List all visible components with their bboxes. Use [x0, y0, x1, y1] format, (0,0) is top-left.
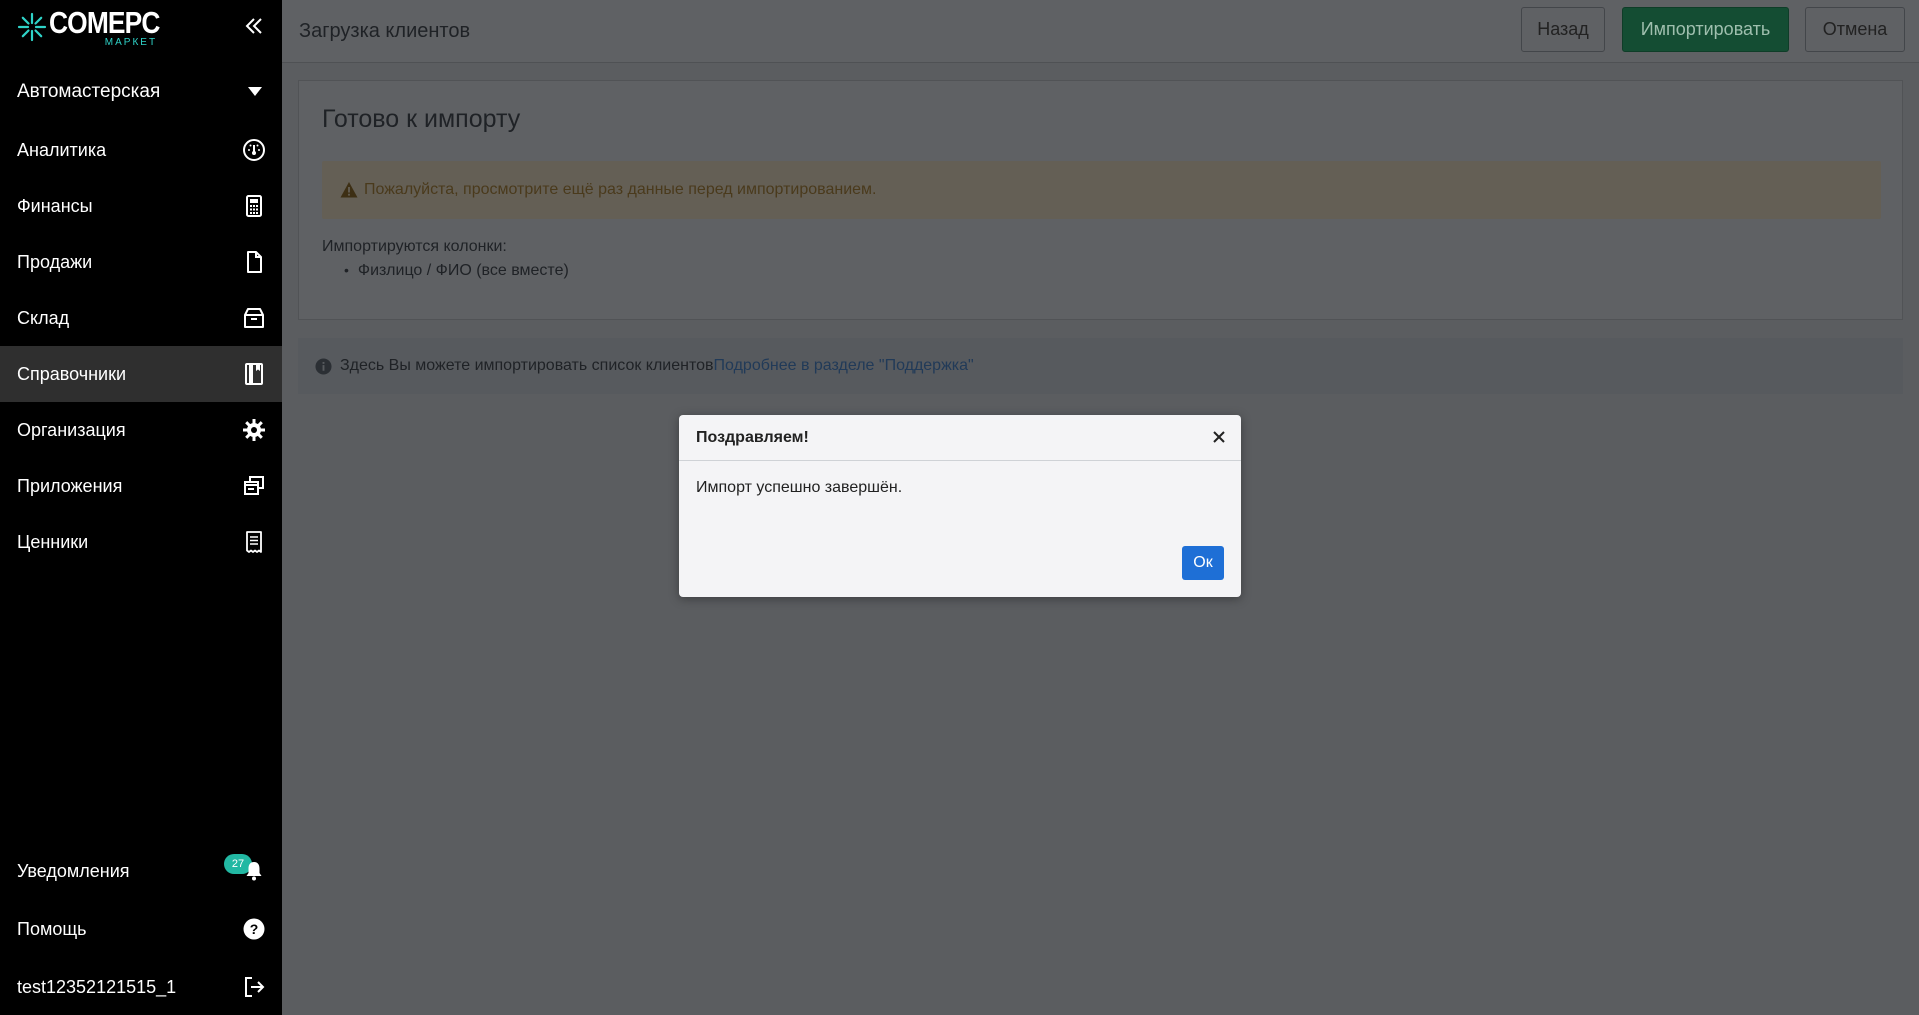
gear-icon — [243, 419, 265, 441]
columns-label: Импортируются колонки: — [322, 238, 507, 255]
document-icon — [247, 251, 262, 273]
sidebar-item-organization[interactable]: Организация — [0, 402, 282, 458]
sidebar-item-apps[interactable]: Приложения — [0, 458, 282, 514]
logout-icon — [245, 977, 265, 997]
sidebar-item-label: Ценники — [17, 531, 89, 552]
sidebar: COMEPC МАРКЕТ Автомастерская Аналитика Ф… — [0, 0, 282, 1015]
box-icon — [244, 308, 264, 328]
sidebar-item-label: Приложения — [17, 475, 123, 496]
ok-button[interactable]: Ок — [1182, 546, 1224, 580]
close-icon[interactable] — [1209, 427, 1229, 447]
card-title: Готово к импорту — [322, 105, 521, 133]
sidebar-item-directories[interactable]: Справочники — [0, 346, 282, 402]
success-dialog: Поздравляем! Импорт успешно завершён. Ок — [679, 415, 1241, 597]
sidebar-item-label: Помощь — [17, 918, 87, 939]
caret-down-icon — [248, 87, 262, 96]
windows-icon — [244, 476, 264, 495]
cancel-button[interactable]: Отмена — [1805, 7, 1905, 52]
info-alert: Здесь Вы можете импортировать список кли… — [298, 338, 1903, 394]
sidebar-item-label: Склад — [17, 307, 70, 328]
sidebar-item-warehouse[interactable]: Склад — [0, 290, 282, 346]
sidebar-item-label: Справочники — [17, 363, 127, 384]
list-item: Физлицо / ФИО (все вместе) — [344, 262, 569, 280]
sidebar-item-label: Продажи — [17, 251, 93, 272]
import-button[interactable]: Импортировать — [1622, 7, 1789, 52]
svg-text:?: ? — [250, 921, 259, 937]
sidebar-item-label: Аналитика — [17, 139, 107, 160]
gauge-icon — [243, 139, 265, 161]
sidebar-item-help[interactable]: Помощь ? — [0, 900, 282, 958]
double-chevron-left-icon — [245, 18, 262, 34]
dialog-title: Поздравляем! — [696, 429, 809, 446]
dialog-message: Импорт успешно завершён. — [696, 479, 903, 496]
top-bar: Загрузка клиентов Назад Импортировать От… — [282, 0, 1919, 63]
sidebar-item-sales[interactable]: Продажи — [0, 234, 282, 290]
sidebar-item-analytics[interactable]: Аналитика — [0, 122, 282, 178]
sidebar-bottom: Уведомления 27 Помощь ? test12352121515_… — [0, 842, 282, 1015]
import-ready-card: Готово к импорту Пожалуйста, просмотрите… — [298, 80, 1903, 320]
warning-icon — [340, 182, 358, 198]
store-select-label: Автомастерская — [17, 81, 161, 102]
support-link[interactable]: Подробнее в разделе "Поддержка" — [714, 357, 974, 375]
columns-list: Физлицо / ФИО (все вместе) — [344, 262, 569, 280]
collapse-sidebar-button[interactable] — [240, 12, 268, 40]
logo-star-icon — [17, 12, 47, 42]
bell-icon — [246, 862, 262, 881]
dialog-header: Поздравляем! — [679, 415, 1241, 461]
calculator-icon — [246, 195, 262, 217]
sidebar-item-price-tags[interactable]: Ценники — [0, 514, 282, 570]
logo[interactable]: COMEPC МАРКЕТ — [17, 6, 179, 54]
sidebar-nav: Аналитика Финансы Продажи Склад Справочн… — [0, 122, 282, 570]
book-icon — [245, 363, 263, 385]
sidebar-item-finance[interactable]: Финансы — [0, 178, 282, 234]
sidebar-item-label: Финансы — [17, 195, 93, 216]
sidebar-item-label: Организация — [17, 419, 126, 440]
back-button[interactable]: Назад — [1521, 7, 1605, 52]
user-name: test12352121515_1 — [17, 976, 177, 997]
info-icon — [315, 357, 332, 375]
receipt-icon — [246, 531, 262, 553]
page-title: Загрузка клиентов — [299, 20, 471, 42]
sidebar-item-notifications[interactable]: Уведомления 27 — [0, 842, 282, 900]
warning-text: Пожалуйста, просмотрите ещё раз данные п… — [364, 181, 877, 198]
logo-name: COMEPC — [49, 5, 160, 40]
question-icon: ? — [243, 918, 265, 940]
warning-alert: Пожалуйста, просмотрите ещё раз данные п… — [322, 161, 1881, 219]
store-select[interactable]: Автомастерская — [0, 70, 282, 114]
info-text: Здесь Вы можете импортировать список кли… — [340, 357, 714, 374]
sidebar-item-label: Уведомления — [17, 860, 130, 881]
sidebar-item-user[interactable]: test12352121515_1 — [0, 958, 282, 1015]
